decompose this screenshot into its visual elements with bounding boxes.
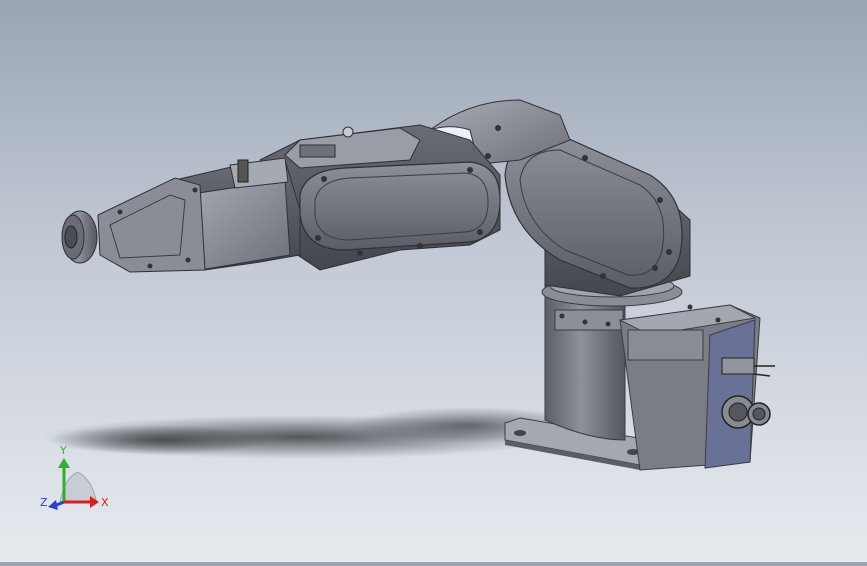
- y-axis-arrowhead: [58, 458, 70, 468]
- y-axis-label: Y: [59, 444, 67, 457]
- x-axis-label: X: [101, 496, 109, 509]
- z-axis-label: Z: [40, 496, 48, 509]
- wrist-link[interactable]: [61, 157, 301, 273]
- robot-arm-model[interactable]: Y X Z: [0, 0, 867, 562]
- z-axis-arrowhead: [48, 500, 58, 510]
- 3d-model-viewport[interactable]: Y X Z: [0, 0, 867, 562]
- orientation-triad: Y X Z: [40, 444, 109, 510]
- robot-base[interactable]: [504, 274, 775, 471]
- upper-arm-link[interactable]: [504, 133, 691, 297]
